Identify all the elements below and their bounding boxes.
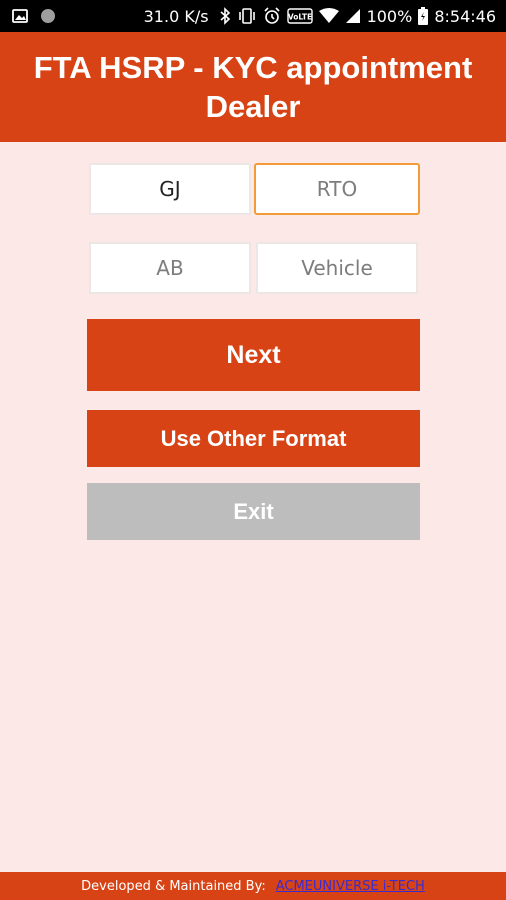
- vibrate-icon: [237, 7, 257, 25]
- status-bar: 31.0 K/s VoLTE 100% 8:54:46: [0, 0, 506, 32]
- alarm-icon: [263, 7, 281, 25]
- page-title: FTA HSRP - KYC appointment Dealer: [33, 50, 473, 124]
- state-code-input[interactable]: GJ: [89, 163, 251, 215]
- rto-input[interactable]: RTO: [254, 163, 420, 215]
- use-other-format-button[interactable]: Use Other Format: [87, 410, 420, 467]
- next-button[interactable]: Next: [87, 319, 420, 391]
- bluetooth-icon: [219, 7, 231, 25]
- exit-button[interactable]: Exit: [87, 483, 420, 540]
- svg-text:VoLTE: VoLTE: [287, 13, 311, 22]
- footer-label: Developed & Maintained By:: [81, 878, 266, 894]
- network-speed: 31.0 K/s: [143, 6, 209, 26]
- circle-icon: [40, 8, 56, 24]
- wifi-icon: [318, 8, 339, 24]
- clock: 8:54:46: [434, 6, 496, 26]
- volte-icon: VoLTE: [286, 8, 313, 24]
- battery-percent: 100%: [366, 6, 413, 26]
- signal-icon: [345, 8, 361, 24]
- battery-icon: [418, 7, 429, 25]
- developer-link[interactable]: ACMEUNIVERSE i-TECH: [276, 879, 425, 894]
- image-icon: [12, 9, 28, 23]
- app-header: FTA HSRP - KYC appointment Dealer: [0, 32, 506, 142]
- vehicle-number-input[interactable]: Vehicle: [256, 242, 418, 294]
- footer: Developed & Maintained By: ACMEUNIVERSE …: [0, 872, 506, 900]
- series-input[interactable]: AB: [89, 242, 251, 294]
